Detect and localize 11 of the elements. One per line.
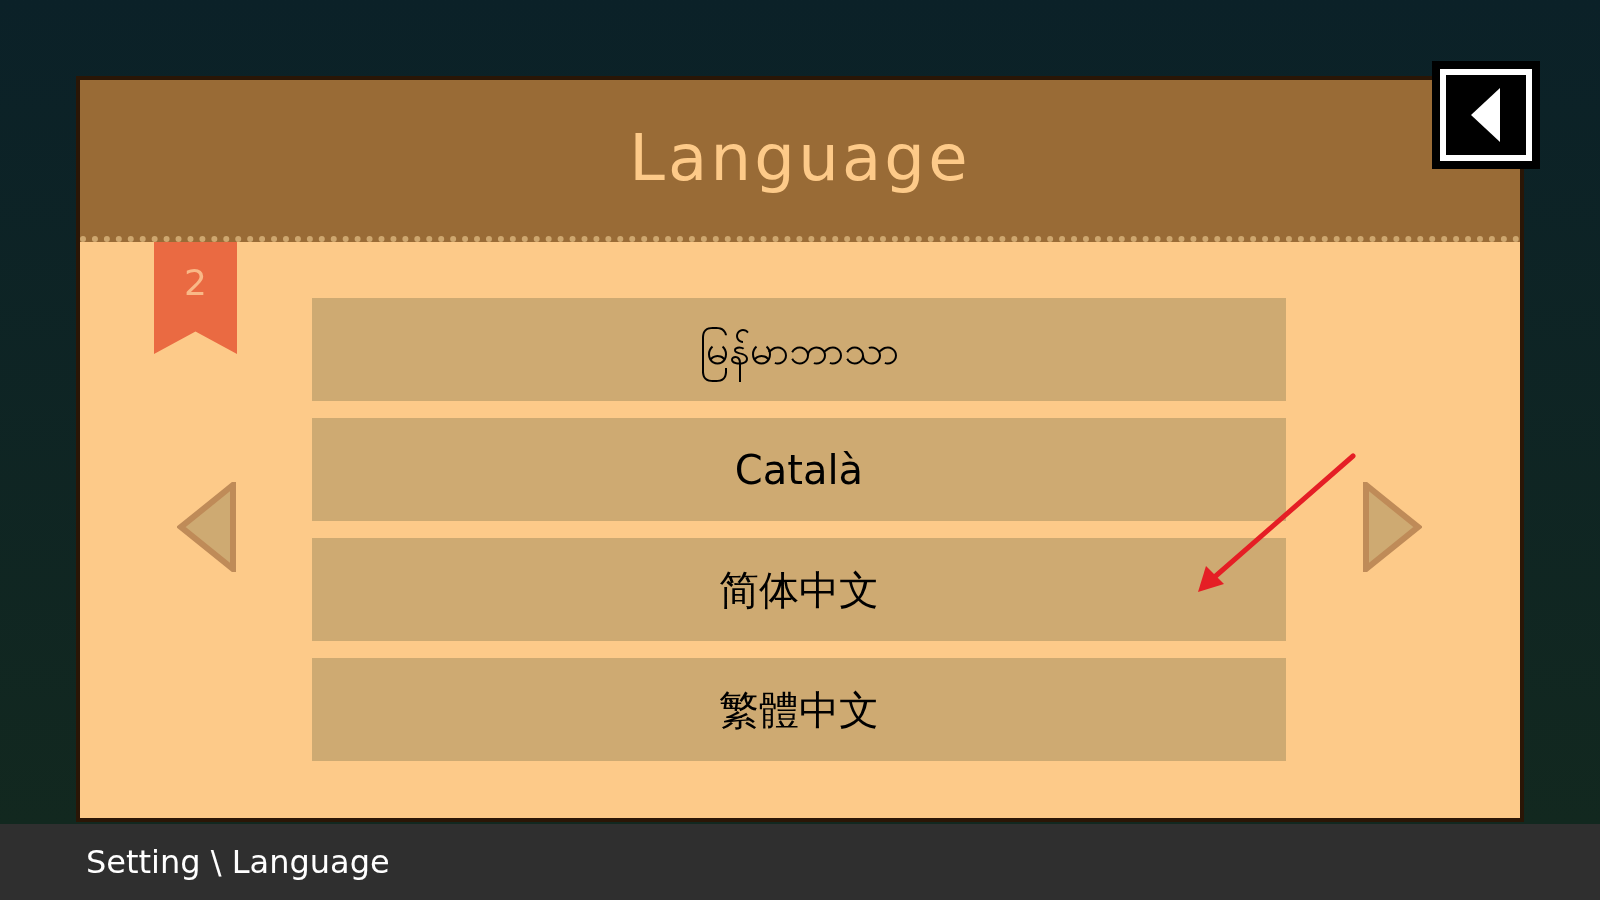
back-arrow-icon [1471, 88, 1501, 142]
language-option[interactable]: Català [312, 418, 1286, 521]
language-option[interactable]: 简体中文 [312, 538, 1286, 641]
language-option[interactable]: မြန်မာဘာသာ [312, 298, 1286, 401]
language-option[interactable]: 繁體中文 [312, 658, 1286, 761]
page-ribbon: 2 [154, 242, 237, 354]
previous-page-arrow-icon[interactable] [177, 482, 237, 572]
back-button[interactable] [1432, 61, 1540, 169]
dialog-title: Language [629, 120, 971, 197]
breadcrumb: Setting \ Language [86, 842, 390, 883]
next-page-arrow-icon[interactable] [1362, 482, 1422, 572]
